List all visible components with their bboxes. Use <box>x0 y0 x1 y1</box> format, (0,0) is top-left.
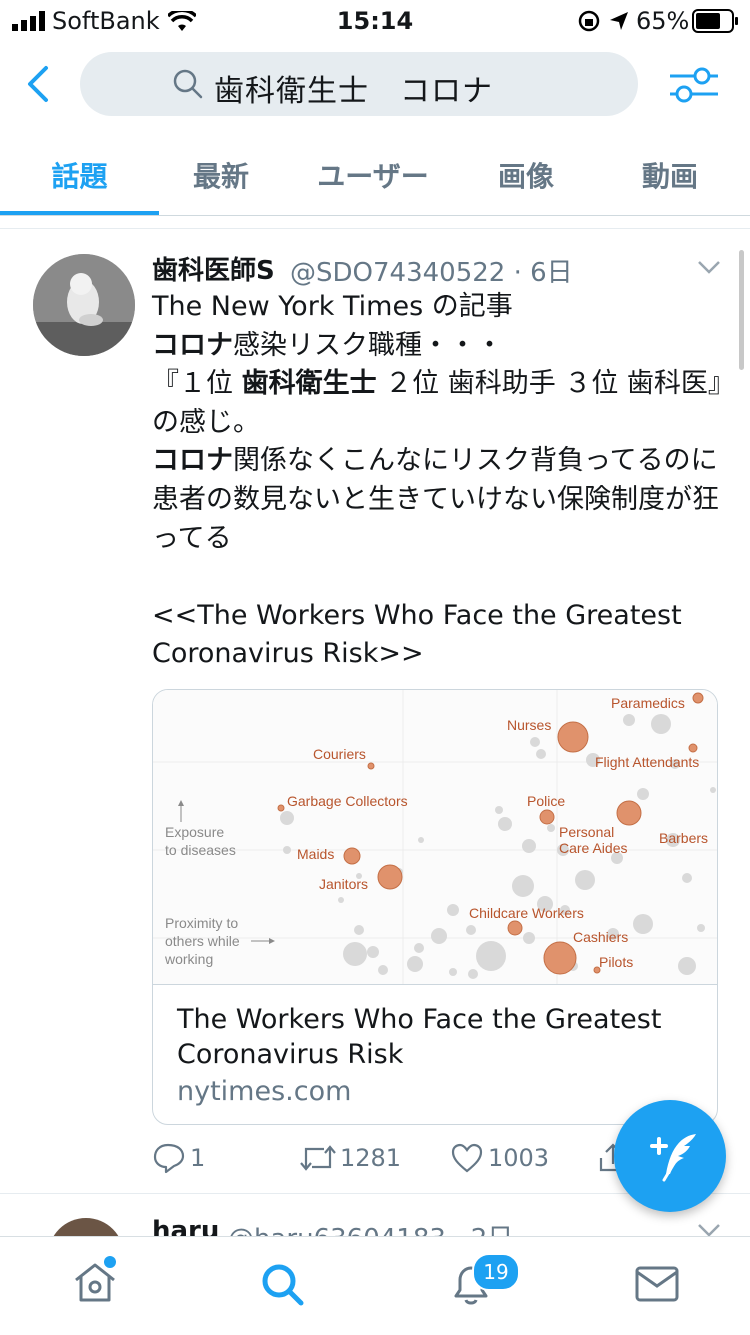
chart-label: Nurses <box>507 717 551 733</box>
tab-photos[interactable]: 画像 <box>464 155 588 195</box>
chart-label: Personal <box>559 824 614 840</box>
axis-label: working <box>164 951 213 967</box>
tweet-text-line: 感染リスク職種・・・ <box>233 329 503 361</box>
tweet-text-line: <<The Workers Who Face the Greatest Coro… <box>152 599 691 670</box>
tweet-handle[interactable]: @SDO74340522 · 6日 <box>290 252 573 289</box>
filter-settings-icon[interactable] <box>668 64 720 106</box>
card-preview-image: Paramedics Nurses Couriers Flight Attend… <box>153 690 717 984</box>
axis-label: others while <box>165 933 240 949</box>
search-query[interactable]: 歯科衛生士 コロナ <box>214 66 493 110</box>
chart-label: Cashiers <box>573 929 628 945</box>
axis-label: to diseases <box>165 842 236 858</box>
location-icon <box>610 12 628 30</box>
battery-icon <box>692 9 738 33</box>
chart-label: Garbage Collectors <box>287 793 408 809</box>
keyword-highlight: コロナ <box>152 445 233 477</box>
divider <box>153 984 717 985</box>
battery-percent: 65% <box>636 7 690 35</box>
chart-label: Paramedics <box>611 695 685 711</box>
chart-label: Care Aides <box>559 840 627 856</box>
chart-label: Maids <box>297 846 334 862</box>
tweet-text-line: The New York Times の記事 <box>152 291 513 322</box>
status-bar: SoftBank 15:14 65% <box>0 0 750 40</box>
rotation-lock-icon <box>578 10 600 32</box>
chart-label: Flight Attendants <box>595 754 699 770</box>
tweet-text-line: 関係なくこんなにリスク背負ってるのに患者の数見ないと生きていけない保険制度が狂っ… <box>152 445 719 554</box>
axis-label: Proximity to <box>165 915 238 931</box>
chart-label: Couriers <box>313 746 366 762</box>
search-icon[interactable] <box>260 1262 306 1308</box>
compose-feather-icon <box>650 1134 696 1182</box>
card-domain: nytimes.com <box>177 1076 352 1107</box>
scrollbar[interactable] <box>739 250 744 370</box>
avatar-image <box>33 254 135 356</box>
divider <box>0 228 750 229</box>
tab-top[interactable]: 話題 <box>0 155 159 195</box>
like-icon[interactable] <box>450 1142 484 1174</box>
tab-videos[interactable]: 動画 <box>608 155 732 195</box>
chart-label: Janitors <box>319 876 368 892</box>
avatar[interactable] <box>33 254 135 356</box>
axis-label: Exposure <box>165 824 224 840</box>
tweet-author[interactable]: 歯科医師S <box>152 250 275 287</box>
compose-tweet-button[interactable] <box>614 1100 726 1212</box>
like-count: 1003 <box>488 1144 550 1172</box>
tab-latest[interactable]: 最新 <box>159 155 283 195</box>
keyword-highlight: 歯科衛生士 <box>241 368 377 400</box>
chart-label: Childcare Workers <box>469 905 584 921</box>
retweet-icon[interactable] <box>298 1144 338 1172</box>
new-content-dot <box>104 1256 116 1268</box>
chart-label: Barbers <box>659 830 708 846</box>
chevron-down-icon[interactable] <box>696 258 722 276</box>
messages-envelope-icon[interactable] <box>634 1264 680 1304</box>
chart-label: Police <box>527 793 565 809</box>
tweet-text: The New York Times の記事 コロナ感染リスク職種・・・ 『１位… <box>152 288 722 674</box>
divider <box>0 215 750 216</box>
card-title[interactable]: The Workers Who Face the Greatest Corona… <box>177 1002 697 1072</box>
search-icon <box>173 69 203 99</box>
chart-label: Pilots <box>599 954 633 970</box>
tab-people[interactable]: ユーザー <box>298 155 448 195</box>
back-arrow-icon[interactable] <box>24 64 54 104</box>
keyword-highlight: コロナ <box>152 329 233 361</box>
notifications-badge: 19 <box>472 1253 520 1291</box>
link-card[interactable]: Paramedics Nurses Couriers Flight Attend… <box>152 689 718 1125</box>
retweet-count: 1281 <box>340 1144 402 1172</box>
reply-count: 1 <box>190 1144 206 1172</box>
tweet-text-line: 『１位 <box>152 368 242 400</box>
reply-icon[interactable] <box>152 1142 186 1174</box>
